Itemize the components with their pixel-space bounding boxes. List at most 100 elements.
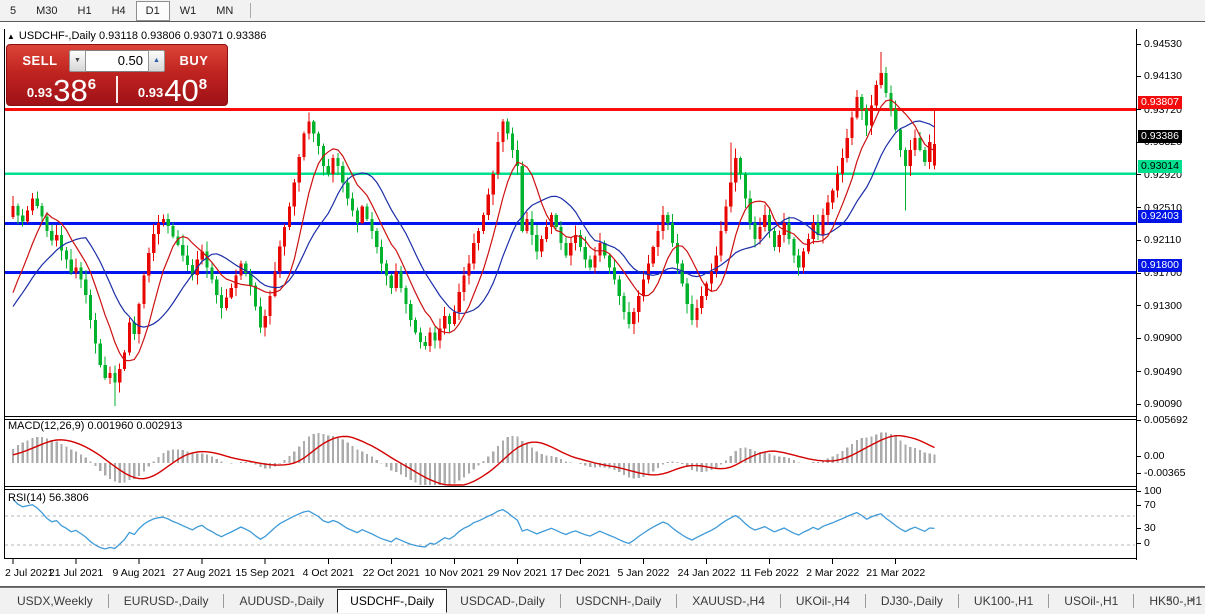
candle-body [453,312,456,324]
tab-eurusd-daily[interactable]: EURUSD-,Daily [111,590,222,612]
rsi-axis-label: 30 [1144,522,1156,534]
expand-chart-icon[interactable]: ▲ [7,32,15,41]
macd-axis-label: 0.00 [1144,450,1164,462]
timeframe-button-w1[interactable]: W1 [170,1,207,21]
tab-xauusd-h4[interactable]: XAUUSD-,H4 [679,590,778,612]
candle-body [210,267,213,279]
sell-price-sup: 6 [88,76,96,93]
candle-body [254,285,257,306]
candle-body [797,255,800,267]
candle-body [458,292,461,312]
candle-body [564,243,567,255]
one-click-trade-panel: SELL ▼ ▲ BUY 0.93 38 6 0.93 40 8 [6,44,228,106]
rsi-indicator-label: RSI(14) 56.3806 [8,492,89,504]
candle-body [16,206,19,216]
price-axis-label: 0.91300 [1144,300,1182,312]
tab-uk100-h1[interactable]: UK100-,H1 [961,590,1046,612]
candle-body [593,255,596,267]
tab-usdcad-daily[interactable]: USDCAD-,Daily [447,590,558,612]
timeframe-button-5[interactable]: 5 [0,1,26,21]
candle-body [918,138,921,150]
candle-body [914,138,917,150]
candle-body [215,280,218,295]
candle-body [26,211,29,222]
candle-body [850,117,853,137]
candle-body [84,280,87,295]
price-axis-label: 0.94530 [1144,38,1182,50]
tab-divider [1048,594,1049,608]
tabs-scroll-right-icon[interactable]: ► [1189,595,1197,604]
tab-divider [223,594,224,608]
price-line-badge: 0.93807 [1138,96,1182,109]
candle-body [332,158,335,174]
sell-price-button[interactable]: 0.93 38 6 [7,74,116,106]
timeframe-button-h1[interactable]: H1 [68,1,102,21]
candle-body [89,295,92,320]
tab-usdx-weekly[interactable]: USDX,Weekly [4,590,106,612]
price-chart-canvas[interactable]: 2 Jul 202121 Jul 20219 Aug 202127 Aug 20… [4,29,1136,587]
tab-ukoil-h4[interactable]: UKOil-,H4 [783,590,863,612]
candle-body [496,142,499,174]
buy-button[interactable]: BUY [165,53,223,68]
axis-tick [1137,174,1141,175]
axis-tick [1137,273,1141,274]
candle-body [671,223,674,243]
candle-body [768,215,771,231]
axis-tick [1137,420,1141,421]
price-axis-label: 0.90490 [1144,366,1182,378]
candle-body [661,215,664,231]
candle-body [880,73,883,85]
candle-body [758,227,761,239]
chart-title: ▲USDCHF-,Daily 0.93118 0.93806 0.93071 0… [7,30,266,42]
tab-usdchf-daily[interactable]: USDCHF-,Daily [337,589,447,613]
timeframe-button-h4[interactable]: H4 [102,1,136,21]
candle-body [487,195,490,215]
tab-dj30-daily[interactable]: DJ30-,Daily [868,590,956,612]
candle-body [467,263,470,275]
buy-price-button[interactable]: 0.93 40 8 [118,74,227,106]
volume-increase-button[interactable]: ▲ [148,50,165,72]
tab-divider [676,594,677,608]
candle-body [375,231,378,247]
candle-body [603,243,606,255]
candle-body [462,276,465,292]
candle-body [167,219,170,226]
candle-body [734,158,737,182]
timeframe-button-m30[interactable]: M30 [26,1,67,21]
buy-price-prefix: 0.93 [138,85,163,100]
date-label: 17 Dec 2021 [551,567,611,579]
axis-tick [1137,491,1141,492]
axis-tick [1137,473,1141,474]
tab-audusd-daily[interactable]: AUDUSD-,Daily [226,590,337,612]
candle-body [477,231,480,243]
axis-tick [1137,543,1141,544]
candle-body [11,206,14,217]
candle-body [870,105,873,125]
candle-body [220,295,223,308]
tab-usoil-h1[interactable]: USOil-,H1 [1051,590,1131,612]
candle-body [307,122,310,134]
candle-body [205,251,208,267]
volume-input[interactable] [86,50,148,72]
candle-body [94,320,97,344]
axis-tick [1137,371,1141,372]
tab-divider [780,594,781,608]
tab-divider [865,594,866,608]
candle-body [45,216,48,231]
axis-tick [1137,305,1141,306]
candle-body [118,369,121,383]
tabs-scroll-left-icon[interactable]: ◄ [1165,595,1173,604]
candle-body [865,109,868,125]
macd-indicator-label: MACD(12,26,9) 0.001960 0.002913 [8,420,182,432]
volume-decrease-button[interactable]: ▼ [69,50,86,72]
axis-tick [1137,109,1141,110]
candle-body [395,272,398,288]
timeframe-button-d1[interactable]: D1 [136,1,170,21]
candle-body [695,308,698,320]
rsi-axis-label: 100 [1144,485,1162,497]
timeframe-button-mn[interactable]: MN [206,1,243,21]
tab-usdcnh-daily[interactable]: USDCNH-,Daily [563,590,674,612]
candle-body [690,304,693,320]
candle-body [724,207,727,231]
sell-button[interactable]: SELL [11,53,69,68]
